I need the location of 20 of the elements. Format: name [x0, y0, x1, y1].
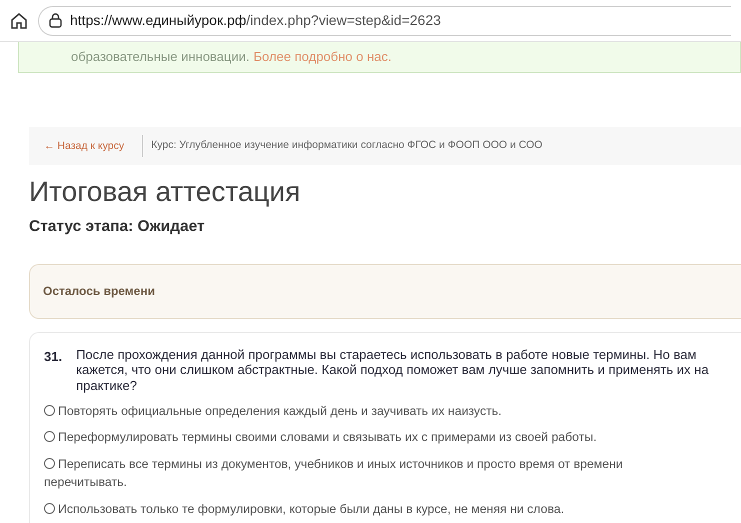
stage-status: Статус этапа: Ожидает: [29, 216, 206, 237]
back-link[interactable]: ← Назад к курсу: [29, 135, 144, 157]
radio-button[interactable]: [44, 502, 55, 514]
answer-option[interactable]: Переписать все термины из документов, учебников и иных источников и просто время от времени перечитывать.: [44, 456, 741, 492]
url-text[interactable]: https://www.единыйурок.рф/index.php?view=step&id=2623: [70, 10, 441, 31]
notice-text: образовательные инновации.: [71, 48, 250, 66]
home-icon[interactable]: [10, 12, 28, 30]
answer-option[interactable]: Использовать только те формулировки, которые были даны в курсе, не меняя ни слова.: [44, 500, 741, 519]
radio-button[interactable]: [44, 431, 55, 442]
question-number: 31.: [44, 348, 62, 366]
radio-button[interactable]: [44, 404, 55, 416]
page-title: Итоговая аттестация: [29, 175, 302, 209]
course-name: Курс: Углубленное изучение информатики согласно ФГОС и ФООП ООО и СОО: [150, 138, 542, 154]
address-bar[interactable]: https://www.единыйурок.рф/index.php?view=step&id=2623: [38, 6, 731, 36]
timer-label: Осталось времени: [43, 283, 155, 300]
answer-option[interactable]: Переформулировать термины своими словами и связывать их с примерами из своей работы.: [44, 429, 741, 448]
question-text: После прохождения данной программы вы стараетесь использовать в работе новые термины. Но вам кажется, что они слишком абстрактные. Какой подход поможет вам лучше запомнить и применять их на практике?: [76, 346, 710, 394]
radio-button[interactable]: [44, 458, 55, 470]
lock-icon[interactable]: [49, 13, 62, 28]
answer-option[interactable]: Повторять официальные определения каждый день и заучивать их наизусть.: [44, 402, 741, 420]
